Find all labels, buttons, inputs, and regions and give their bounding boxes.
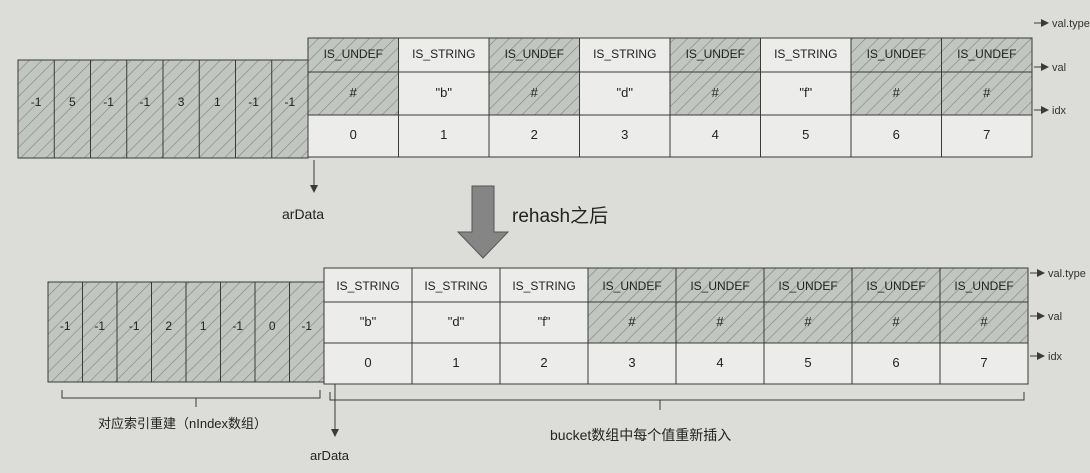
top-bucket-val: "d" (617, 85, 634, 100)
bottom-label-val-type: val.type (1048, 268, 1086, 280)
bottom-index-value: 2 (165, 319, 172, 333)
bottom-index-value: -1 (60, 319, 71, 333)
bottom-row-labels: val.type val idx (1030, 268, 1086, 363)
top-bucket-val: # (531, 85, 539, 100)
bottom-braces: 对应索引重建（nIndex数组） bucket数组中每个值重新插入 (61, 390, 1025, 443)
bottom-ardata-label: arData (310, 448, 350, 463)
bottom-bucket-idx: 4 (716, 355, 723, 370)
top-bucket-idx: 0 (350, 127, 357, 142)
top-index-value: 1 (214, 95, 221, 109)
bottom-bucket-type: IS_UNDEF (690, 279, 749, 293)
bottom-bucket-type: IS_STRING (336, 279, 399, 293)
bottom-bucket-val: # (628, 314, 636, 329)
bottom-bucket-type: IS_UNDEF (602, 279, 661, 293)
bottom-bucket-idx: 2 (540, 355, 547, 370)
bottom-index-value: -1 (301, 319, 312, 333)
top-bucket-idx: 7 (983, 127, 990, 142)
bottom-bucket-idx: 0 (364, 355, 371, 370)
bottom-bucket-idx: 1 (452, 355, 459, 370)
rehash-transition: rehash之后 (456, 185, 608, 259)
top-index-value: -1 (103, 95, 114, 109)
bottom-bucket-val: "f" (538, 314, 551, 329)
top-bucket-val: # (350, 85, 358, 100)
top-bucket-type: IS_UNDEF (324, 47, 383, 61)
bottom-bucket-idx: 5 (804, 355, 811, 370)
bottom-bucket-array: IS_STRING "b" 0 IS_STRING "d" 1 IS_STRING "f" 2 I… (323, 267, 1029, 385)
bottom-label-idx: idx (1048, 351, 1063, 363)
top-bucket-type: IS_UNDEF (686, 47, 745, 61)
bottom-index-value: -1 (129, 319, 140, 333)
top-index-value: 3 (178, 95, 185, 109)
top-bucket-val: # (893, 85, 901, 100)
top-index-value: -1 (285, 95, 296, 109)
top-bucket-array: IS_UNDEF #0 IS_STRING "b" 1 IS_UNDEF #2 IS_STRI… (307, 37, 1033, 158)
bottom-label-val: val (1048, 311, 1062, 323)
bucket-caption: bucket数组中每个值重新插入 (550, 427, 731, 443)
top-bucket-val: "b" (436, 85, 453, 100)
top-bucket-idx: 1 (440, 127, 447, 142)
top-bucket-idx: 4 (712, 127, 719, 142)
bottom-bucket-val: "d" (448, 314, 465, 329)
bottom-bucket-idx: 6 (892, 355, 899, 370)
top-table: -1 5 -1 -1 3 1 -1 -1 IS_UNDEF#0IS_STRING"b"1IS_… (17, 18, 1090, 222)
bottom-index-value: -1 (94, 319, 105, 333)
top-bucket-type: IS_UNDEF (867, 47, 926, 61)
top-label-val-type: val.type (1052, 18, 1090, 30)
top-bucket-val: # (983, 85, 991, 100)
bottom-bucket-val: "b" (360, 314, 377, 329)
top-bucket-val: "f" (799, 85, 812, 100)
bucket-brace (329, 392, 1025, 410)
top-index-value: -1 (248, 95, 259, 109)
bottom-bucket-type: IS_UNDEF (866, 279, 925, 293)
top-index-array: -1 5 -1 -1 3 1 -1 -1 (17, 59, 309, 159)
top-label-val: val (1052, 62, 1066, 74)
bottom-bucket-idx: 7 (980, 355, 987, 370)
top-bucket-type: IS_STRING (593, 47, 656, 61)
bottom-bucket-val: # (716, 314, 724, 329)
top-label-idx: idx (1052, 105, 1067, 117)
top-bucket-type: IS_STRING (774, 47, 837, 61)
top-bucket-type: IS_UNDEF (957, 47, 1016, 61)
bottom-bucket-type: IS_UNDEF (778, 279, 837, 293)
top-ardata-label: arData (282, 206, 324, 222)
top-bucket-idx: 6 (893, 127, 900, 142)
top-bucket-idx: 2 (531, 127, 538, 142)
top-row-labels: val.type val idx (1034, 18, 1090, 117)
bottom-bucket-val: # (892, 314, 900, 329)
index-caption: 对应索引重建（nIndex数组） (98, 416, 267, 431)
bottom-bucket-val: # (980, 314, 988, 329)
down-arrow-icon (456, 185, 510, 259)
bottom-bucket-val: # (804, 314, 812, 329)
top-index-value: -1 (140, 95, 151, 109)
bottom-index-value: -1 (232, 319, 243, 333)
top-index-value: 5 (69, 95, 76, 109)
top-bucket-idx: 3 (621, 127, 628, 142)
diagram-canvas: -1 5 -1 -1 3 1 -1 -1 IS_UNDEF#0IS_STRING"b"1IS_… (17, 18, 1090, 463)
bottom-bucket-type: IS_STRING (512, 279, 575, 293)
bottom-table: -1 -1 -1 2 1 -1 0 -1 IS_STRING "b" 0 IS_STRING "d" 1… (47, 267, 1086, 463)
bottom-index-value: 0 (269, 319, 276, 333)
bottom-index-array: -1 -1 -1 2 1 -1 0 -1 (47, 281, 325, 383)
bottom-bucket-type: IS_STRING (424, 279, 487, 293)
top-bucket-type: IS_STRING (412, 47, 475, 61)
hash-table-rehash-diagram: -1 5 -1 -1 3 1 -1 -1 IS_UNDEF #0 IS_STRING "b" 1 IS_… (0, 0, 1090, 468)
top-bucket-type: IS_UNDEF (505, 47, 564, 61)
bottom-index-value: 1 (200, 319, 207, 333)
top-bucket-val: # (712, 85, 720, 100)
bottom-bucket-idx: 3 (628, 355, 635, 370)
bottom-bucket-type: IS_UNDEF (954, 279, 1013, 293)
top-bucket-idx: 5 (802, 127, 809, 142)
rehash-label: rehash之后 (512, 205, 608, 227)
top-ardata-pointer: arData (282, 160, 324, 222)
index-brace (61, 390, 321, 407)
top-index-value: -1 (31, 95, 42, 109)
